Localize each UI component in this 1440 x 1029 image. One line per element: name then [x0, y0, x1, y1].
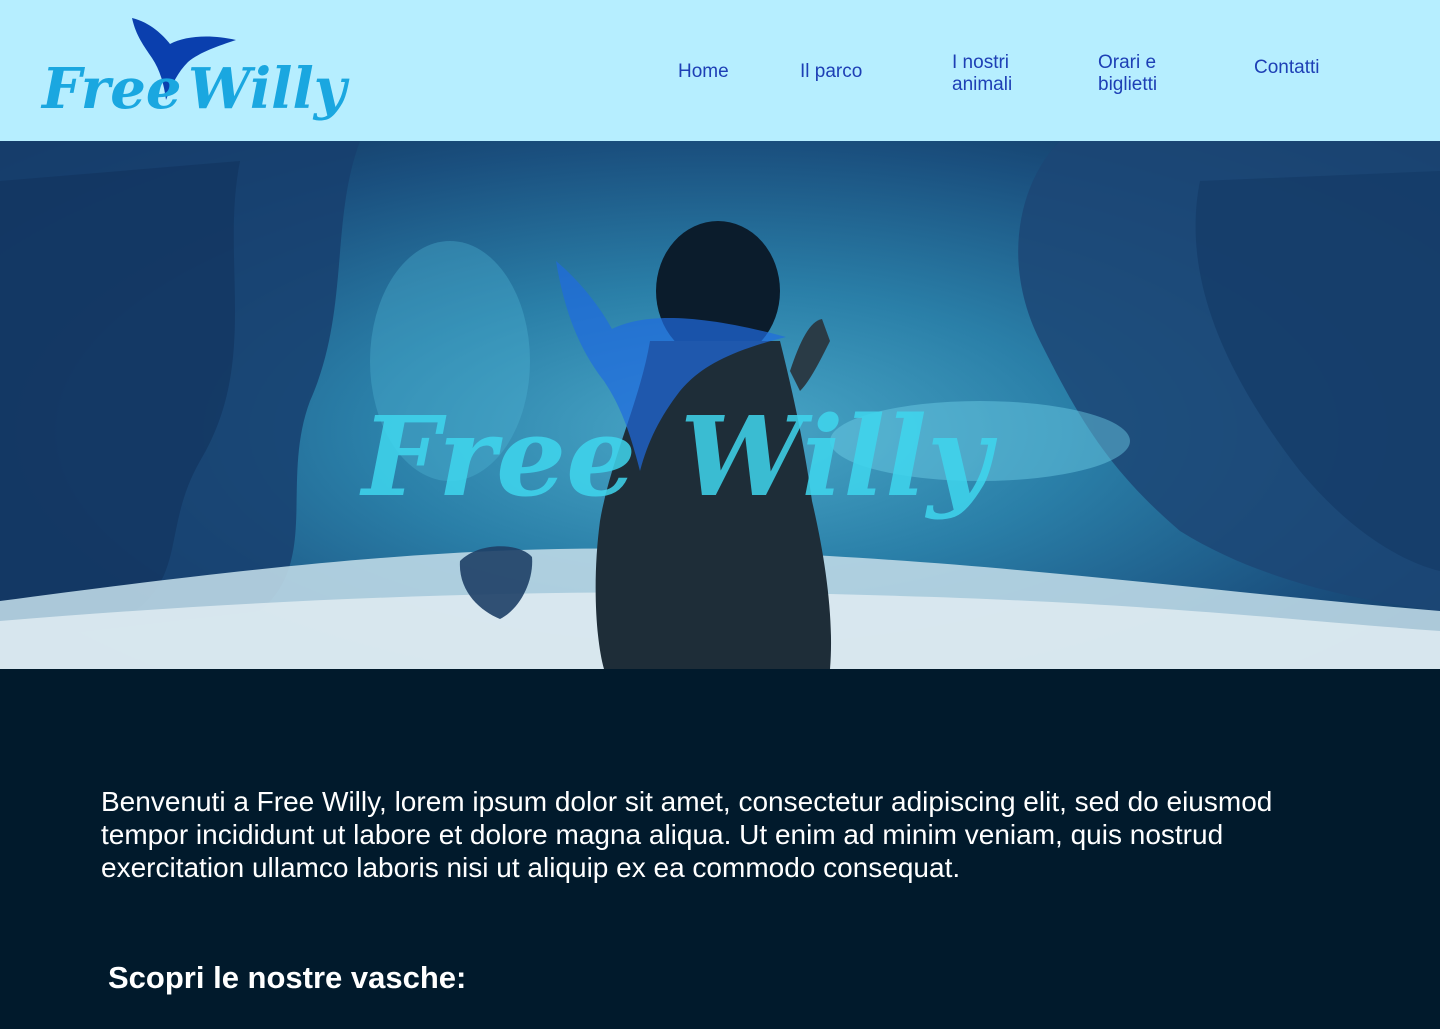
nav-link-animals[interactable]: I nostri animali — [952, 52, 1012, 96]
main-content: Benvenuti a Free Willy, lorem ipsum dolo… — [0, 669, 1440, 1029]
nav-link-contacts[interactable]: Contatti — [1254, 57, 1319, 79]
logo-text-free: Free — [40, 56, 182, 122]
nav-link-animals-line2: animali — [952, 74, 1013, 95]
hero-watermark-free: Free — [359, 392, 636, 521]
nav-link-hours[interactable]: Orari e biglietti — [1098, 52, 1157, 96]
site-header: Free Willy Home Il parco I nostri animal… — [0, 0, 1440, 141]
hero-image: Free Willy — [0, 141, 1440, 669]
hero-banner: Free Willy — [0, 141, 1440, 669]
site-logo[interactable]: Free Willy — [40, 12, 370, 127]
logo-text-willy: Willy — [188, 56, 350, 122]
intro-paragraph: Benvenuti a Free Willy, lorem ipsum dolo… — [101, 786, 1273, 883]
nav-link-hours-line1: Orari e — [1098, 52, 1157, 73]
nav-link-park[interactable]: Il parco — [800, 61, 862, 83]
logo-graphic: Free Willy — [40, 18, 350, 122]
nav-link-hours-line2: biglietti — [1098, 74, 1158, 95]
hero-watermark-willy: Willy — [680, 392, 998, 521]
section-heading-tanks: Scopri le nostre vasche: — [108, 960, 467, 995]
nav-link-home[interactable]: Home — [678, 61, 729, 83]
nav-link-animals-line1: I nostri — [952, 52, 1010, 73]
